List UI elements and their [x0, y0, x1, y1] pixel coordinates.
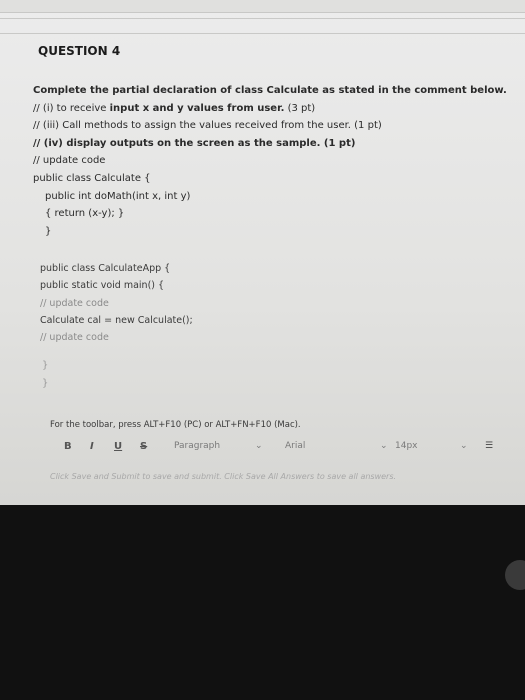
chevron-down-icon[interactable]: ⌄: [380, 441, 388, 451]
code-line: Calculate cal = new Calculate();: [40, 314, 193, 326]
editor-toolbar: B I U S Paragraph ⌄ Arial ⌄ 14px ⌄ ☰: [50, 437, 520, 459]
req1-suffix: (3 pt): [284, 102, 316, 114]
laptop-bezel: [0, 505, 525, 700]
req3-suffix: (1 pt): [320, 137, 356, 149]
toolbar-hint: For the toolbar, press ALT+F10 (PC) or A…: [50, 420, 301, 430]
closing-brace: }: [42, 378, 49, 389]
paragraph-select[interactable]: Paragraph: [174, 441, 220, 451]
requirement-2: // (iii) Call methods to assign the valu…: [33, 120, 382, 132]
code-line: // update code: [40, 332, 109, 344]
code-line: public class CalculateApp {: [40, 263, 171, 274]
strikethrough-button[interactable]: S: [140, 441, 147, 452]
closing-brace: }: [42, 360, 49, 371]
requirement-1: // (i) to receive input x and y values f…: [33, 100, 523, 118]
code-line: { return (x-y); }: [45, 208, 125, 220]
requirement-3: // (iv) display outputs on the screen as…: [33, 135, 523, 153]
code-line: // update code: [40, 297, 109, 309]
code-line: public class Calculate {: [33, 172, 151, 184]
screen: QUESTION 4 Complete the partial declarat…: [0, 0, 525, 505]
question-title: QUESTION 4: [38, 44, 121, 58]
code-line: public static void main() {: [40, 280, 165, 292]
req1-bold: input x and y values from user.: [109, 102, 285, 114]
footer-note: Click Save and Submit to save and submit…: [50, 472, 397, 481]
italic-button[interactable]: I: [90, 441, 94, 452]
req3-bold: // (iv) display outputs on the screen as…: [33, 137, 321, 149]
code-block-app: public class CalculateApp { public stati…: [40, 260, 193, 346]
bold-button[interactable]: B: [64, 441, 72, 452]
question-prompt: Complete the partial declaration of clas…: [33, 85, 507, 96]
code-line: public int doMath(int x, int y): [45, 190, 191, 202]
question-body: Complete the partial declaration of clas…: [33, 82, 523, 240]
divider: [0, 33, 525, 34]
chevron-down-icon[interactable]: ⌄: [255, 441, 263, 451]
code-line: // update code: [33, 155, 106, 167]
divider: [0, 18, 525, 19]
chevron-down-icon[interactable]: ⌄: [460, 441, 468, 451]
font-select[interactable]: Arial: [285, 441, 305, 451]
code-line: }: [45, 225, 52, 237]
list-icon[interactable]: ☰: [485, 441, 493, 451]
top-bar: [0, 0, 525, 13]
font-size-select[interactable]: 14px: [395, 441, 418, 451]
req1-prefix: // (i) to receive: [33, 102, 110, 114]
underline-button[interactable]: U: [114, 441, 122, 452]
